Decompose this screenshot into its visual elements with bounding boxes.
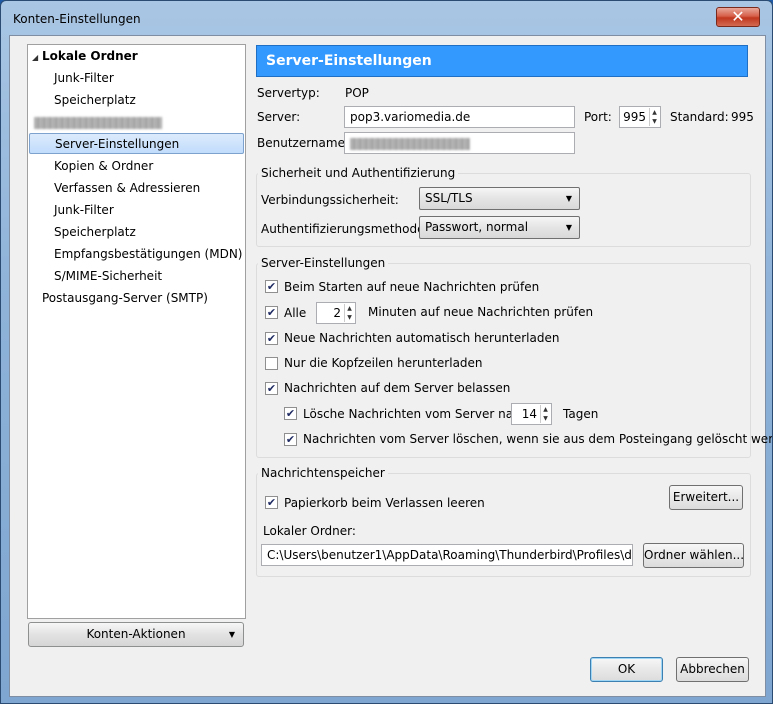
empty-trash-label: Papierkorb beim Verlassen leeren: [284, 496, 485, 510]
port-label: Port:: [584, 110, 612, 124]
collapse-arrow-icon[interactable]: ◢: [32, 47, 42, 68]
tree-item-server-settings[interactable]: Server-Einstellungen: [29, 133, 244, 154]
tree-item-smtp-server[interactable]: Postausgang-Server (SMTP): [28, 288, 245, 309]
minutes-suffix-label: Minuten auf neue Nachrichten prüfen: [368, 305, 594, 319]
local-folder-label: Lokaler Ordner:: [263, 524, 356, 538]
server-label: Server:: [257, 110, 301, 124]
check-on-start-checkbox[interactable]: ✔: [265, 280, 278, 293]
account-tree[interactable]: ◢ Lokale Ordner Junk-Filter Speicherplatz…: [27, 44, 246, 619]
close-button[interactable]: ✕: [716, 7, 760, 27]
auth-method-select[interactable]: Passwort, normal ▼: [419, 216, 580, 239]
days-label: Tagen: [563, 407, 599, 421]
delete-when-removed-label: Nachrichten vom Server löschen, wenn sie…: [303, 432, 773, 446]
dropdown-arrow-icon: ▼: [228, 630, 235, 639]
username-input[interactable]: [344, 132, 575, 154]
check-every-label: Alle: [284, 306, 307, 320]
storage-group-title: Nachrichtenspeicher: [258, 466, 388, 480]
spinner-arrows-icon[interactable]: ▲ ▼: [344, 304, 354, 322]
redacted-account-name: [34, 116, 162, 129]
tree-item-storage[interactable]: Speicherplatz: [28, 222, 245, 243]
servertyp-value: POP: [345, 86, 369, 100]
title-bar[interactable]: Konten-Einstellungen ✕: [1, 1, 772, 35]
dialog-window: Konten-Einstellungen ✕ ◢ Lokale Ordner Ju…: [0, 0, 773, 704]
tree-item-local-folders[interactable]: ◢ Lokale Ordner: [28, 46, 245, 67]
choose-folder-button[interactable]: Ordner wählen...: [643, 543, 744, 568]
dropdown-arrow-icon: ▼: [565, 223, 572, 232]
page-title: Server-Einstellungen: [256, 45, 748, 77]
window-title: Konten-Einstellungen: [13, 12, 141, 26]
server-input[interactable]: pop3.variomedia.de: [344, 106, 575, 128]
connection-security-label: Verbindungssicherheit:: [261, 193, 399, 207]
minutes-input[interactable]: 2 ▲ ▼: [316, 302, 356, 324]
server-settings-group-title: Server-Einstellungen: [258, 256, 389, 270]
delete-after-label: Lösche Nachrichten vom Server nach: [303, 407, 528, 421]
delete-after-checkbox[interactable]: ✔: [284, 407, 297, 420]
leave-on-server-label: Nachrichten auf dem Server belassen: [284, 381, 511, 395]
empty-trash-checkbox[interactable]: ✔: [265, 496, 278, 509]
advanced-button[interactable]: Erweitert...: [669, 485, 743, 510]
spinner-arrows-icon[interactable]: ▲ ▼: [649, 108, 659, 126]
auto-download-label: Neue Nachrichten automatisch herunterlad…: [284, 331, 560, 345]
tree-item-storage-local[interactable]: Speicherplatz: [28, 90, 245, 111]
tree-item-account-redacted[interactable]: [28, 112, 245, 133]
delete-when-removed-checkbox[interactable]: ✔: [284, 433, 297, 446]
headers-only-label: Nur die Kopfzeilen herunterladen: [284, 356, 483, 370]
standard-value: 995: [731, 110, 754, 124]
auth-method-label: Authentifizierungsmethode:: [261, 222, 429, 236]
leave-on-server-checkbox[interactable]: ✔: [265, 382, 278, 395]
redacted-username: [350, 137, 470, 150]
ok-button[interactable]: OK: [590, 657, 663, 682]
tree-item-junk-filter-local[interactable]: Junk-Filter: [28, 68, 245, 89]
tree-item-junk-filter[interactable]: Junk-Filter: [28, 200, 245, 221]
check-on-start-label: Beim Starten auf neue Nachrichten prüfen: [284, 280, 540, 294]
standard-label: Standard:: [670, 110, 729, 124]
servertyp-label: Servertyp:: [257, 86, 320, 100]
check-every-checkbox[interactable]: ✔: [265, 306, 278, 319]
dialog-client: ◢ Lokale Ordner Junk-Filter Speicherplatz…: [9, 35, 772, 697]
headers-only-checkbox[interactable]: [265, 357, 278, 370]
connection-security-select[interactable]: SSL/TLS ▼: [419, 187, 580, 210]
tree-item-compose-addressing[interactable]: Verfassen & Adressieren: [28, 178, 245, 199]
spinner-arrows-icon[interactable]: ▲ ▼: [540, 405, 550, 423]
tree-item-receipts-mdn[interactable]: Empfangsbestätigungen (MDN): [28, 244, 245, 265]
tree-item-smime-security[interactable]: S/MIME-Sicherheit: [28, 266, 245, 287]
auto-download-checkbox[interactable]: ✔: [265, 332, 278, 345]
cancel-button[interactable]: Abbrechen: [676, 657, 749, 682]
dropdown-arrow-icon: ▼: [565, 194, 572, 203]
tree-item-copies-folders[interactable]: Kopien & Ordner: [28, 156, 245, 177]
local-folder-input[interactable]: C:\Users\benutzer1\AppData\Roaming\Thund…: [261, 544, 633, 566]
username-label: Benutzername:: [257, 136, 350, 150]
delete-days-input[interactable]: 14 ▲ ▼: [511, 403, 552, 425]
port-input[interactable]: 995 ▲ ▼: [619, 106, 661, 128]
account-actions-button[interactable]: Konten-Aktionen ▼: [28, 622, 244, 647]
security-group-title: Sicherheit und Authentifizierung: [258, 166, 459, 180]
